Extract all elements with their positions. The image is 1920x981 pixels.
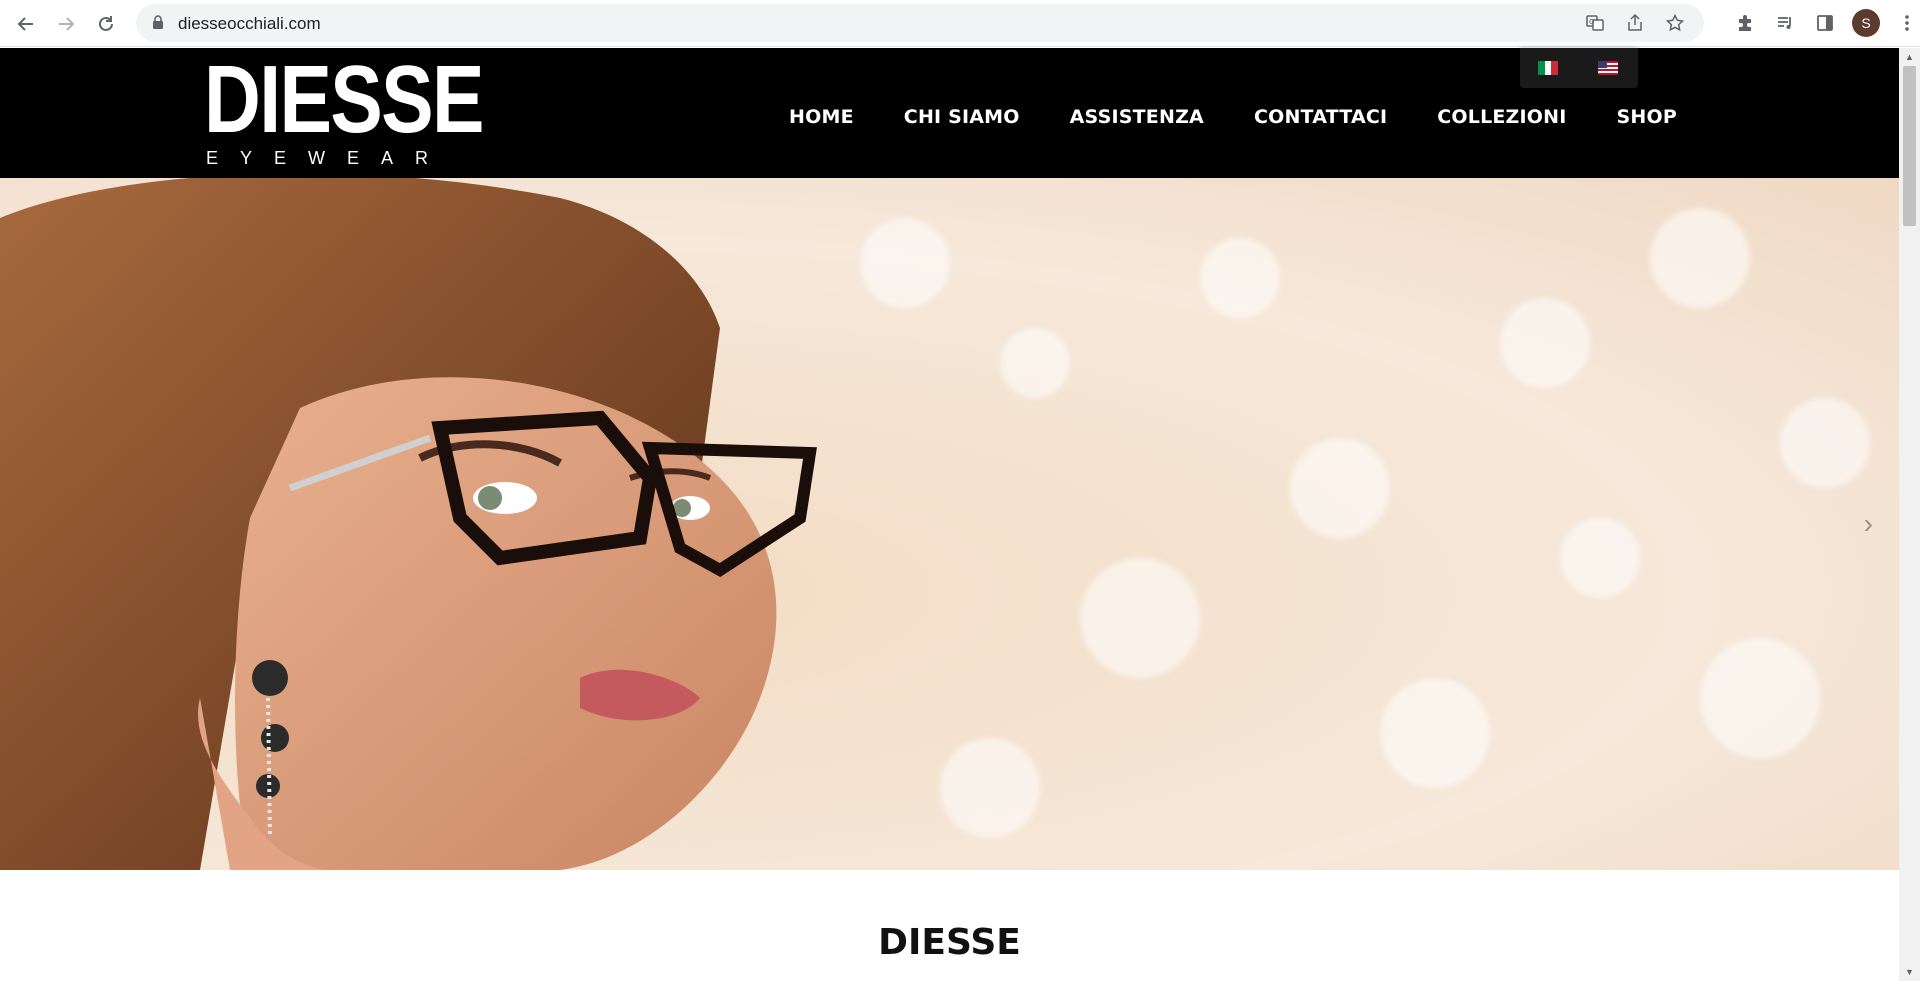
slider-next-arrow[interactable]: ›: [1864, 508, 1873, 540]
reload-button[interactable]: [90, 8, 122, 40]
bokeh-light: [1380, 678, 1490, 788]
section-title: DIESSE: [878, 922, 1021, 963]
scroll-down-arrow-icon[interactable]: ▼: [1905, 967, 1914, 977]
bokeh-light: [1780, 398, 1870, 488]
url-text[interactable]: diesseocchiali.com: [178, 14, 321, 34]
forward-button[interactable]: [50, 8, 82, 40]
us-flag-icon[interactable]: [1598, 61, 1618, 75]
arrow-right-icon: [59, 17, 75, 31]
reload-icon: [99, 16, 113, 31]
arrow-left-icon: [17, 17, 33, 31]
bokeh-light: [1650, 208, 1750, 308]
bokeh-light: [940, 738, 1040, 838]
site-header: DIESSE EYEWEAR HOME CHI SIAMO ASSISTENZA…: [0, 48, 1899, 178]
address-bar[interactable]: diesseocchiali.com G: [136, 4, 1704, 42]
nav-contattaci[interactable]: CONTATTACI: [1254, 106, 1387, 128]
nav-chi-siamo[interactable]: CHI SIAMO: [904, 106, 1020, 128]
translate-icon[interactable]: G: [1582, 12, 1608, 34]
profile-avatar[interactable]: S: [1852, 9, 1880, 37]
kebab-menu-icon[interactable]: [1894, 10, 1920, 36]
bokeh-light: [1500, 298, 1590, 388]
nav-assistenza[interactable]: ASSISTENZA: [1070, 106, 1204, 128]
scroll-thumb[interactable]: [1903, 66, 1916, 226]
bokeh-light: [1560, 518, 1640, 598]
back-button[interactable]: [10, 8, 42, 40]
playlist-icon[interactable]: [1772, 10, 1798, 36]
language-switcher: [1520, 48, 1638, 88]
bokeh-light: [1000, 328, 1070, 398]
nav-collezioni[interactable]: COLLEZIONI: [1437, 106, 1566, 128]
hero-slider: ›: [0, 178, 1899, 870]
logo-tagline: EYEWEAR: [206, 148, 451, 168]
bokeh-light: [1200, 238, 1280, 318]
lock-icon: [153, 15, 163, 29]
browser-toolbar: diesseocchiali.com G S: [0, 0, 1920, 47]
logo-brand: DIESSE: [204, 46, 485, 153]
nav-shop[interactable]: SHOP: [1617, 106, 1677, 128]
share-icon[interactable]: [1622, 12, 1648, 34]
side-panel-icon[interactable]: [1812, 10, 1838, 36]
model-portrait-image: [0, 178, 817, 870]
nav-home[interactable]: HOME: [789, 106, 854, 128]
bokeh-light: [1290, 438, 1390, 538]
main-navigation: HOME CHI SIAMO ASSISTENZA CONTATTACI COL…: [789, 106, 1677, 128]
italian-flag-icon[interactable]: [1538, 61, 1559, 75]
bokeh-light: [1080, 558, 1200, 678]
page-scrollbar[interactable]: ▲ ▼: [1899, 48, 1920, 981]
bokeh-light: [1700, 638, 1820, 758]
svg-text:G: G: [1589, 18, 1594, 26]
puzzle-icon[interactable]: [1732, 10, 1758, 36]
scroll-up-arrow-icon[interactable]: ▲: [1905, 52, 1914, 62]
star-icon[interactable]: [1662, 12, 1688, 34]
bokeh-light: [860, 218, 950, 308]
